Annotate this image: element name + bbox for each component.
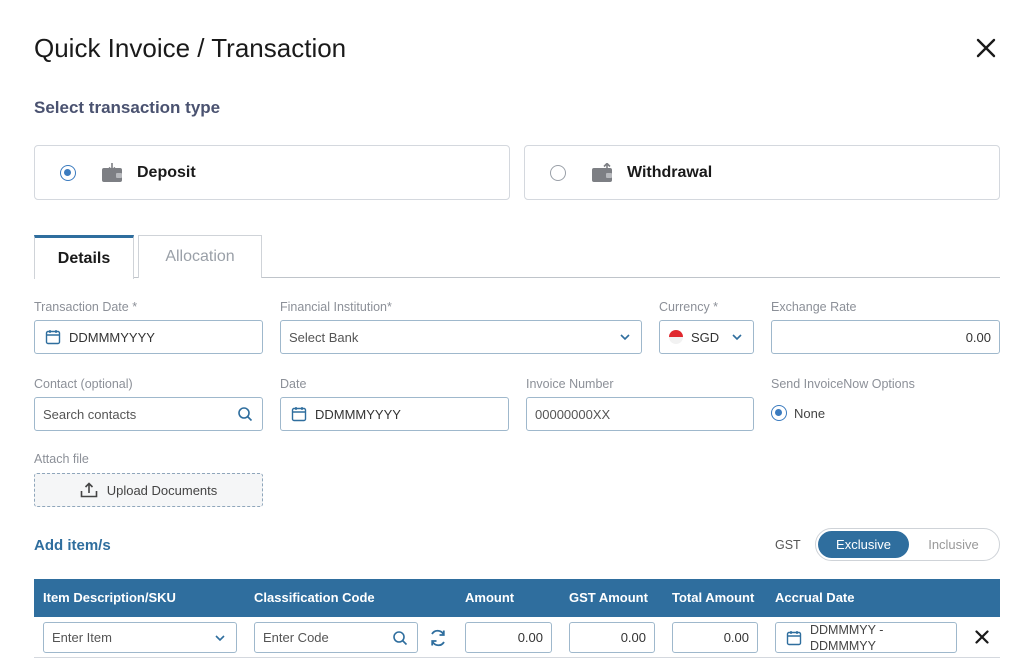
column-header-accrual-date: Accrual Date xyxy=(775,590,855,605)
search-icon xyxy=(238,407,253,422)
column-header-amount: Amount xyxy=(465,590,515,605)
gst-label: GST xyxy=(775,538,801,552)
currency-label: Currency * xyxy=(659,300,719,314)
contact-search-field[interactable]: Search contacts xyxy=(34,397,263,431)
gst-amount-value: 0.00 xyxy=(620,630,646,645)
transaction-date-field[interactable]: DDMMMYYYY xyxy=(34,320,263,354)
accrual-date-field[interactable]: DDMMMYY - DDMMMYY xyxy=(775,622,957,653)
classification-code-field[interactable]: Enter Code xyxy=(254,622,418,653)
contact-label: Contact (optional) xyxy=(34,377,133,391)
contact-placeholder: Search contacts xyxy=(43,406,137,422)
dialog-title: Quick Invoice / Transaction xyxy=(34,33,347,63)
chevron-down-icon xyxy=(732,334,742,341)
transaction-date-value: DDMMMYYYY xyxy=(69,329,155,345)
transaction-date-label: Transaction Date * xyxy=(34,300,138,314)
gst-toggle[interactable]: Exclusive Inclusive xyxy=(815,528,1000,561)
bank-select[interactable]: Select Bank xyxy=(280,320,642,354)
financial-institution-label: Financial Institution* xyxy=(280,300,392,314)
invoice-number-placeholder: 00000000XX xyxy=(535,406,611,422)
transaction-type-heading: Select transaction type xyxy=(34,98,221,117)
calendar-icon xyxy=(786,630,802,645)
chevron-down-icon xyxy=(620,334,630,341)
calendar-icon xyxy=(291,407,307,422)
chevron-down-icon xyxy=(215,634,225,641)
amount-value: 0.00 xyxy=(517,630,543,645)
singapore-flag-icon xyxy=(669,330,683,344)
code-placeholder: Enter Code xyxy=(263,630,329,645)
calendar-icon xyxy=(45,330,61,345)
accrual-start: DDMMMYY - xyxy=(810,622,884,637)
wallet-out-icon xyxy=(592,162,612,182)
item-placeholder: Enter Item xyxy=(52,630,112,645)
refresh-icon[interactable] xyxy=(428,628,448,648)
column-header-total-amount: Total Amount xyxy=(672,590,755,605)
withdrawal-option[interactable]: Withdrawal xyxy=(524,145,1000,200)
column-header-gst-amount: GST Amount xyxy=(569,590,648,605)
invoice-number-label: Invoice Number xyxy=(526,377,614,391)
currency-select[interactable]: SGD xyxy=(659,320,754,354)
exchange-rate-value: 0.00 xyxy=(965,329,991,345)
withdrawal-radio[interactable] xyxy=(550,164,566,181)
none-radio[interactable] xyxy=(771,405,787,421)
upload-icon xyxy=(80,482,98,498)
gst-exclusive-option[interactable]: Exclusive xyxy=(818,531,909,558)
column-header-classification: Classification Code xyxy=(254,590,375,605)
deposit-option[interactable]: Deposit xyxy=(34,145,510,200)
invoice-number-field[interactable]: 00000000XX xyxy=(526,397,754,431)
amount-field[interactable]: 0.00 xyxy=(465,622,552,653)
withdrawal-label: Withdrawal xyxy=(627,163,713,181)
deposit-radio[interactable] xyxy=(60,164,76,181)
currency-value: SGD xyxy=(691,329,720,345)
row-divider xyxy=(34,657,1000,658)
column-header-item: Item Description/SKU xyxy=(43,590,176,605)
date-label: Date xyxy=(280,377,307,391)
add-items-link[interactable]: Add item/s xyxy=(34,537,111,554)
attach-file-label: Attach file xyxy=(34,452,89,466)
invoicenow-label: Send InvoiceNow Options xyxy=(771,377,915,391)
total-amount-value: 0.00 xyxy=(723,630,749,645)
date-field[interactable]: DDMMMYYYY xyxy=(280,397,509,431)
date-value: DDMMMYYYY xyxy=(315,406,401,422)
invoicenow-none-option[interactable]: None xyxy=(771,405,825,421)
search-icon xyxy=(393,630,408,645)
tab-details[interactable]: Details xyxy=(34,235,134,279)
wallet-in-icon xyxy=(102,162,122,182)
items-table-header: Item Description/SKU Classification Code… xyxy=(34,579,1000,617)
gst-inclusive-option[interactable]: Inclusive xyxy=(908,531,999,558)
close-icon[interactable] xyxy=(974,36,998,60)
exchange-rate-label: Exchange Rate xyxy=(771,300,857,314)
none-label: None xyxy=(794,405,826,421)
bank-select-placeholder: Select Bank xyxy=(289,329,359,345)
total-amount-field[interactable]: 0.00 xyxy=(672,622,758,653)
exchange-rate-field[interactable]: 0.00 xyxy=(771,320,1000,354)
gst-amount-field[interactable]: 0.00 xyxy=(569,622,655,653)
tab-allocation[interactable]: Allocation xyxy=(138,235,262,278)
item-select[interactable]: Enter Item xyxy=(43,622,237,653)
deposit-label: Deposit xyxy=(137,163,196,181)
accrual-end: DDMMMYY xyxy=(810,638,876,653)
upload-documents-label: Upload Documents xyxy=(106,482,218,498)
remove-row-icon[interactable] xyxy=(974,629,990,645)
upload-documents-button[interactable]: Upload Documents xyxy=(34,473,263,507)
